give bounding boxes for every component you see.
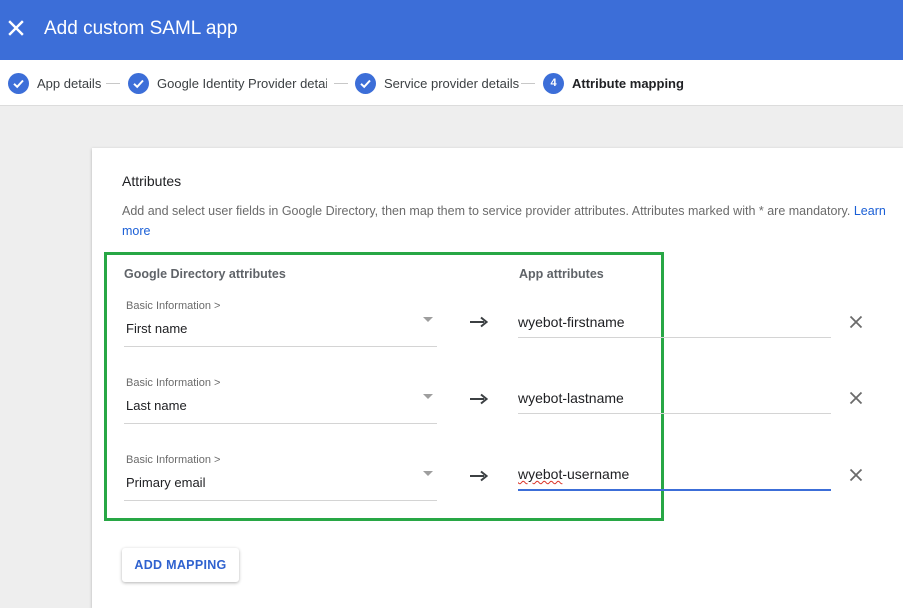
- attribute-value: Primary email: [126, 475, 206, 490]
- attribute-category: Basic Information >: [126, 300, 221, 312]
- app-attribute-suffix: -username: [562, 466, 630, 482]
- step-connector: [106, 83, 120, 84]
- directory-attribute-select[interactable]: Basic Information > Primary email: [124, 452, 437, 501]
- attribute-category: Basic Information >: [126, 377, 221, 389]
- close-icon[interactable]: [6, 18, 26, 38]
- remove-mapping-icon[interactable]: [849, 468, 863, 482]
- step-label: App details: [37, 75, 102, 91]
- app-attribute-input[interactable]: wyebot-firstname: [518, 309, 831, 338]
- dropdown-caret-icon: [423, 471, 433, 476]
- step-attribute-mapping[interactable]: 4 Attribute mapping: [543, 72, 684, 94]
- dropdown-caret-icon: [423, 317, 433, 322]
- step-label: Google Identity Provider details: [157, 75, 327, 91]
- app-attribute-value: wyebot-username: [518, 466, 629, 482]
- arrow-right-icon: [470, 316, 488, 328]
- attribute-category: Basic Information >: [126, 454, 221, 466]
- step-app-details[interactable]: App details: [8, 72, 101, 94]
- arrow-right-icon: [470, 470, 488, 482]
- directory-attribute-select[interactable]: Basic Information > First name: [124, 298, 437, 347]
- app-attribute-input[interactable]: wyebot-username: [518, 461, 831, 491]
- check-icon: [128, 72, 149, 94]
- step-connector: [521, 83, 535, 84]
- arrow-right-icon: [470, 393, 488, 405]
- step-service-provider-details[interactable]: Service provider details: [355, 72, 519, 94]
- step-label: Attribute mapping: [572, 75, 684, 91]
- remove-mapping-icon[interactable]: [849, 315, 863, 329]
- add-mapping-button[interactable]: ADD MAPPING: [122, 548, 239, 582]
- dropdown-caret-icon: [423, 394, 433, 399]
- app-attribute-value: wyebot-firstname: [518, 314, 625, 330]
- check-icon: [8, 72, 29, 94]
- description-text: Add and select user fields in Google Dir…: [122, 204, 851, 218]
- app-attribute-value: wyebot-lastname: [518, 390, 624, 406]
- step-number: 4: [543, 72, 564, 94]
- remove-mapping-icon[interactable]: [849, 391, 863, 405]
- directory-attribute-select[interactable]: Basic Information > Last name: [124, 375, 437, 424]
- step-label: Service provider details: [384, 75, 520, 91]
- app-bar: Add custom SAML app: [0, 0, 903, 60]
- app-attribute-input[interactable]: wyebot-lastname: [518, 385, 831, 414]
- google-directory-attributes-header: Google Directory attributes: [124, 267, 286, 281]
- attribute-value: First name: [126, 321, 188, 336]
- app-attributes-header: App attributes: [519, 267, 604, 281]
- misspelled-word: wyebot: [518, 466, 563, 482]
- section-description: Add and select user fields in Google Dir…: [122, 201, 897, 241]
- section-title: Attributes: [122, 173, 182, 189]
- page-title: Add custom SAML app: [44, 18, 238, 39]
- step-google-idp-details[interactable]: Google Identity Provider details: [128, 72, 327, 94]
- stepper: App details Google Identity Provider det…: [0, 60, 903, 106]
- check-icon: [355, 72, 376, 94]
- attribute-value: Last name: [126, 398, 187, 413]
- step-connector: [334, 83, 348, 84]
